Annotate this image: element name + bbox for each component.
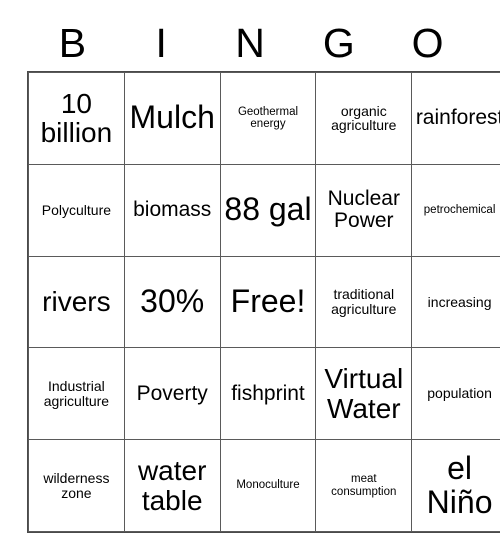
- bingo-cell[interactable]: biomass: [123, 163, 221, 257]
- bingo-cell[interactable]: increasing: [411, 255, 500, 349]
- bingo-header-letter-i: I: [155, 19, 167, 66]
- bingo-header-letter-o: O: [411, 19, 444, 66]
- bingo-cell[interactable]: Monoculture: [219, 439, 317, 532]
- bingo-cell[interactable]: Mulch: [123, 72, 221, 165]
- bingo-cell[interactable]: Nuclear Power: [315, 163, 413, 257]
- bingo-cell-free[interactable]: Free!: [219, 255, 317, 349]
- bingo-cell[interactable]: Poverty: [123, 347, 221, 441]
- bingo-row: Polyculture biomass 88 gal Nuclear Power…: [28, 163, 500, 257]
- bingo-cell[interactable]: rivers: [28, 255, 125, 349]
- bingo-header-letter-g: G: [322, 19, 355, 66]
- bingo-cell[interactable]: traditional agriculture: [315, 255, 413, 349]
- bingo-cell[interactable]: 88 gal: [219, 163, 317, 257]
- bingo-cell[interactable]: water table: [123, 439, 221, 532]
- bingo-cell[interactable]: Virtual Water: [315, 347, 413, 441]
- bingo-grid: 10 billion Mulch Geothermal energy organ…: [27, 71, 500, 533]
- bingo-cell[interactable]: 30%: [123, 255, 221, 349]
- bingo-row: Industrial agriculture Poverty fishprint…: [28, 347, 500, 441]
- bingo-cell[interactable]: organic agriculture: [315, 72, 413, 165]
- bingo-cell[interactable]: Geothermal energy: [219, 72, 317, 165]
- bingo-row: wilderness zone water table Monoculture …: [28, 439, 500, 532]
- bingo-cell[interactable]: Industrial agriculture: [28, 347, 125, 441]
- bingo-header-row: B I N G O: [28, 14, 472, 72]
- bingo-cell[interactable]: el Niño: [411, 439, 500, 532]
- bingo-card: B I N G O 10 billion Mulch Geothermal en…: [27, 14, 500, 533]
- bingo-cell[interactable]: 10 billion: [28, 72, 125, 165]
- bingo-header-letter-b: B: [58, 19, 87, 66]
- bingo-cell[interactable]: rainforest: [411, 72, 500, 165]
- bingo-cell[interactable]: population: [411, 347, 500, 441]
- bingo-cell[interactable]: wilderness zone: [28, 439, 125, 532]
- bingo-row: 10 billion Mulch Geothermal energy organ…: [28, 72, 500, 165]
- bingo-header-letter-n: N: [235, 19, 265, 66]
- bingo-cell[interactable]: meat consumption: [315, 439, 413, 532]
- bingo-row: rivers 30% Free! traditional agriculture…: [28, 255, 500, 349]
- bingo-cell[interactable]: fishprint: [219, 347, 317, 441]
- bingo-cell[interactable]: petrochemical: [411, 163, 500, 257]
- bingo-cell[interactable]: Polyculture: [28, 163, 125, 257]
